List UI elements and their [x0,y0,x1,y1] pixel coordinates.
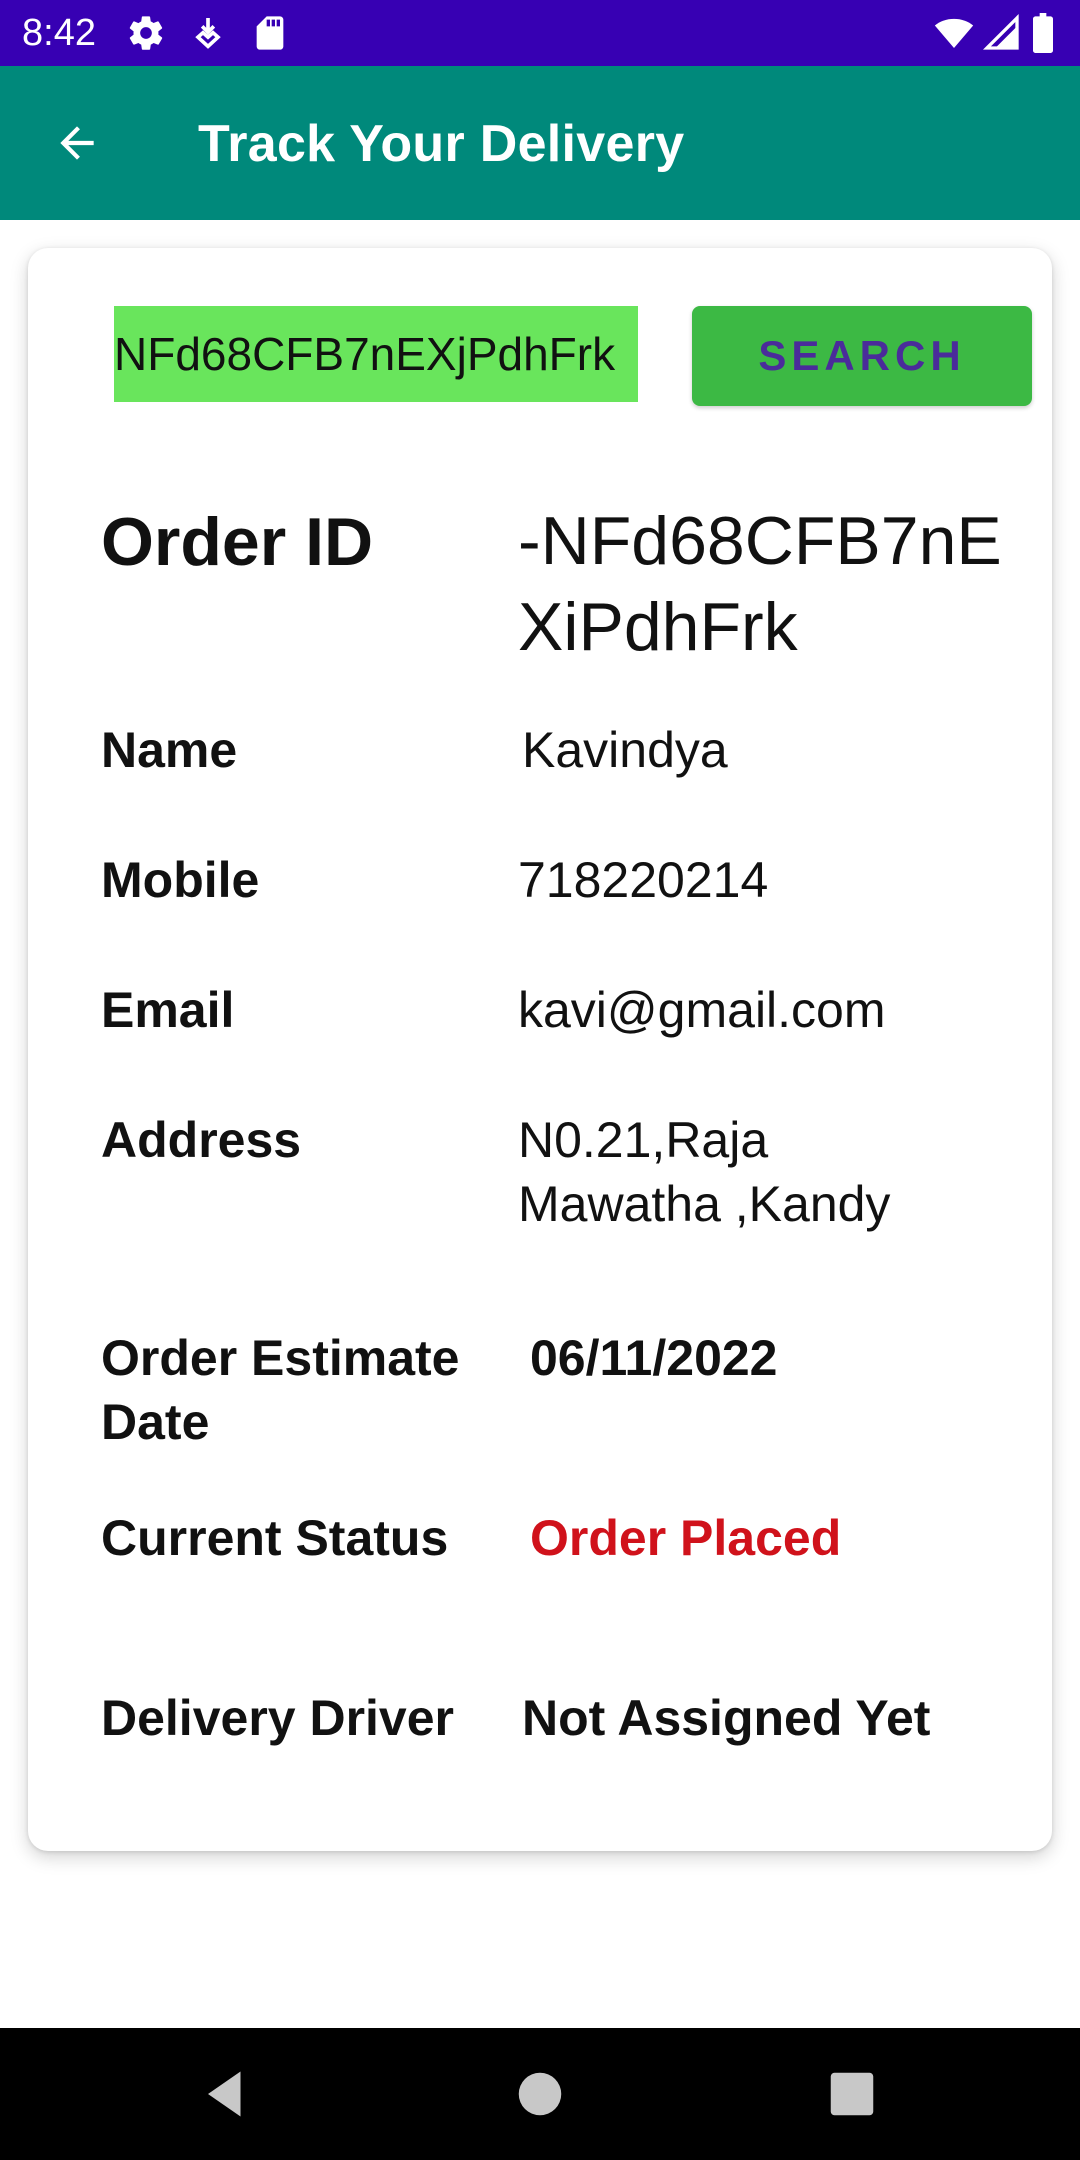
settings-icon [126,13,166,53]
address-label: Address [101,1112,302,1168]
back-button[interactable] [44,110,110,176]
sd-card-icon [250,13,290,53]
status-bar: 8:42 [0,0,1080,66]
navigation-bar [0,2028,1080,2160]
email-label: Email [101,982,235,1038]
page-title: Track Your Delivery [198,115,685,173]
search-button[interactable]: SEARCH [692,306,1032,406]
email-value: kavi@gmail.com [518,982,886,1038]
name-label: Name [101,722,238,778]
recents-square-icon [830,2072,874,2116]
signal-icon [982,13,1022,53]
estimate-date-value: 06/11/2022 [530,1330,778,1386]
mobile-value: 718220214 [518,852,769,908]
order-id-search-input[interactable] [114,306,638,402]
arrow-back-icon [60,126,94,160]
nav-recents-button[interactable] [822,2064,882,2124]
current-status-label: Current Status [101,1510,449,1566]
battery-icon [1030,13,1060,53]
app-bar: Track Your Delivery [0,66,1080,220]
mobile-label: Mobile [101,852,260,908]
delivery-driver-label: Delivery Driver [101,1690,455,1746]
wifi-icon [934,13,974,53]
download-icon [188,13,228,53]
delivery-driver-value: Not Assigned Yet [522,1690,931,1746]
back-triangle-icon [208,2071,241,2117]
screen: 8:42 Track Your Delivery SEARC [0,0,1080,2160]
status-time: 8:42 [22,12,96,54]
home-circle-icon [518,2072,562,2116]
name-value: Kavindya [522,722,728,778]
address-value: N0.21,Raja Mawatha ,Kandy [518,1112,891,1232]
delivery-card: SEARCH Order ID -NFd68CFB7nEXiPdhFrk Nam… [28,248,1052,1851]
order-id-label: Order ID [101,504,374,580]
estimate-date-label: Order Estimate Date [101,1330,460,1450]
nav-back-button[interactable] [198,2064,258,2124]
current-status-value: Order Placed [530,1510,842,1566]
order-id-value: -NFd68CFB7nEXiPdhFrk [518,503,1002,665]
nav-home-button[interactable] [510,2064,570,2124]
